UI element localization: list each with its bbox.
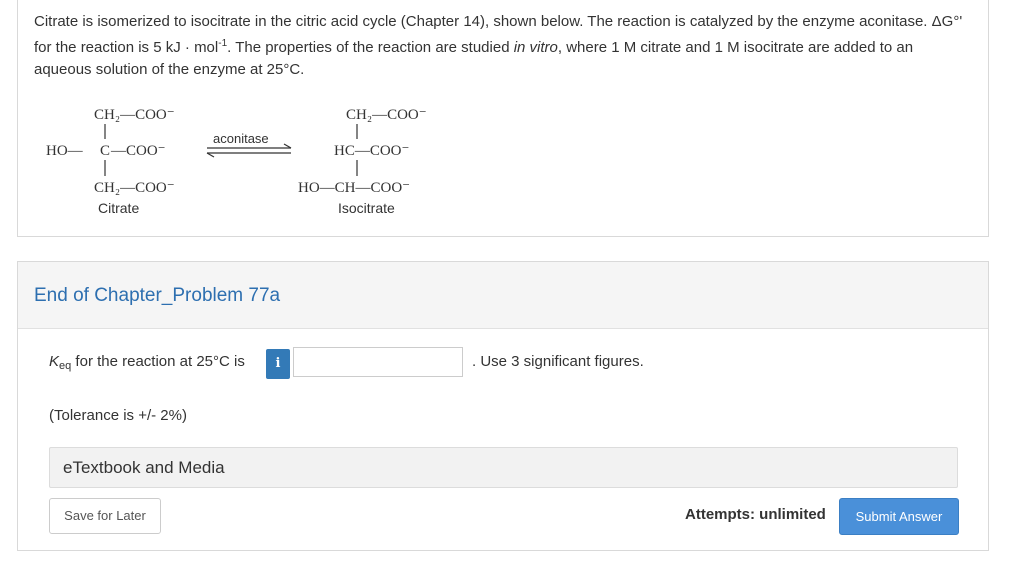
reaction-diagram: CH₂—COO⁻ HO— C —COO⁻ CH₂—COO⁻ Citrate ac…	[46, 107, 427, 216]
isocitrate-line1: CH₂—COO⁻	[346, 107, 427, 123]
citrate-line3: CH₂—COO⁻	[94, 180, 175, 196]
question-label: Keq for the reaction at 25°C is	[49, 353, 245, 372]
isocitrate-line3: HO—CH—COO⁻	[298, 180, 410, 196]
k-symbol: K	[49, 353, 60, 370]
etextbook-media-panel[interactable]: eTextbook and Media	[49, 447, 958, 488]
citrate-name: Citrate	[98, 200, 139, 216]
sig-figs-instruction: . Use 3 significant figures.	[472, 353, 644, 370]
question-tail: for the reaction at 25°C is	[71, 353, 245, 370]
enzyme-label: aconitase	[213, 131, 269, 146]
problem-card: End of Chapter_Problem 77a Keq for the r…	[17, 261, 989, 551]
save-for-later-button[interactable]: Save for Later	[49, 498, 161, 534]
problem-title: End of Chapter_Problem 77a	[34, 285, 281, 306]
k-subscript: eq	[59, 360, 72, 372]
info-icon[interactable]: i	[266, 349, 290, 379]
question-intro-card: Citrate is isomerized to isocitrate in t…	[17, 0, 989, 237]
tolerance-text: (Tolerance is +/- 2%)	[49, 407, 187, 424]
attempts-text: Attempts: unlimited	[685, 506, 826, 523]
submit-answer-button[interactable]: Submit Answer	[839, 498, 959, 535]
citrate-line2-left: HO—	[46, 143, 84, 159]
citrate-line2-right: —COO⁻	[110, 143, 166, 159]
problem-header: End of Chapter_Problem 77a	[18, 262, 988, 329]
isocitrate-line2: HC—COO⁻	[334, 143, 409, 159]
citrate-line2-c: C	[100, 143, 110, 159]
reverse-arrow-head	[206, 152, 215, 158]
etextbook-media-label: eTextbook and Media	[63, 458, 225, 477]
citrate-line1: CH₂—COO⁻	[94, 107, 175, 123]
answer-input[interactable]	[293, 347, 463, 377]
isocitrate-name: Isocitrate	[338, 200, 395, 216]
